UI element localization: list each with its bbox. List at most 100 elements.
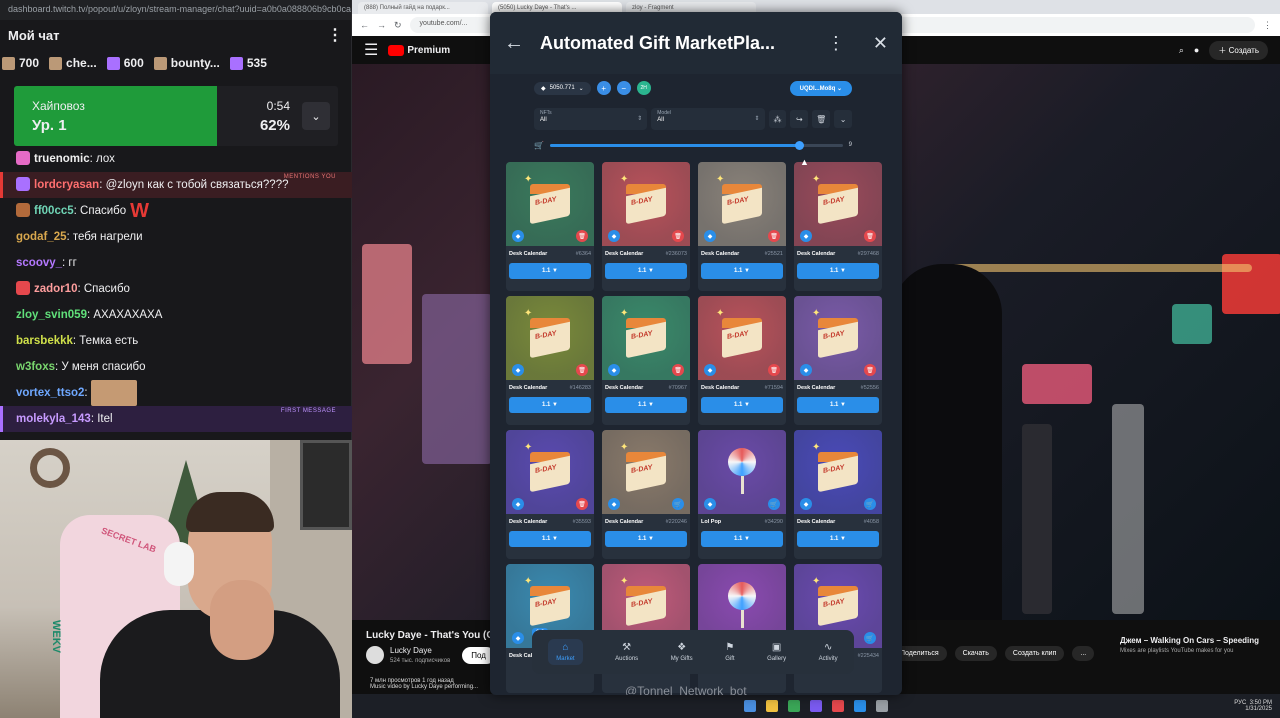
chat-username[interactable]: w3foxs	[16, 361, 55, 373]
trash-icon[interactable]: 🗑	[672, 230, 684, 242]
chat-username[interactable]: scoovy_	[16, 257, 62, 269]
gift-image[interactable]: ✦ B-DAY ◆ 🗑	[506, 430, 594, 514]
buy-button[interactable]: 1.1 ▼	[701, 531, 783, 547]
add-funds-icon[interactable]: +	[596, 81, 611, 95]
chat-message[interactable]: zador10: Спасибо	[0, 276, 352, 302]
gift-image[interactable]: ✦ B-DAY ◆ 🗑	[794, 296, 882, 380]
chevron-down-icon[interactable]: ⌄	[302, 102, 330, 130]
chat-message[interactable]: FIRST MESSAGE molekyla_143: Itel	[0, 406, 352, 432]
chat-message[interactable]: MENTIONS YOU lordcryasan: @zloyn как с то…	[0, 172, 352, 198]
trash-icon[interactable]: 🗑	[812, 110, 831, 128]
gift-icon[interactable]: ◆	[512, 364, 524, 376]
gifter[interactable]: che...	[49, 56, 97, 70]
chat-username[interactable]: zador10	[34, 283, 77, 295]
gift-card[interactable]: ✦ B-DAY ◆ 🗑 Desk Calendar #35593 1.1 ▼	[506, 430, 594, 559]
extensions-icon[interactable]: ⋮	[1263, 20, 1272, 31]
chrome-icon[interactable]	[788, 700, 800, 712]
ton-balance[interactable]: ◆ 5050.771 ⌄	[534, 81, 591, 95]
forward-icon[interactable]: →	[377, 20, 386, 30]
withdraw-icon[interactable]: −	[616, 81, 631, 95]
wallet-button[interactable]: UQDI...Mo8q ⌄	[789, 80, 852, 96]
gift-icon[interactable]: ◆	[512, 498, 524, 510]
mic-icon[interactable]: ●	[1194, 45, 1199, 55]
model-filter[interactable]: Model All ⇕	[651, 108, 765, 130]
channel-name[interactable]: Lucky Daye	[390, 646, 432, 655]
nav-item-gift[interactable]: ⚑ Gift	[725, 642, 734, 662]
gift-card[interactable]: ✦ B-DAY ◆ 🗑 Desk Calendar #70967 1.1 ▼	[602, 296, 690, 425]
chat-message[interactable]: truenomic: лох	[0, 146, 352, 172]
cart-icon[interactable]: 🛒	[672, 498, 684, 510]
chat-message[interactable]: vortex_ttso2:	[0, 380, 352, 406]
trash-icon[interactable]: 🗑	[864, 230, 876, 242]
gift-icon[interactable]: ◆	[512, 230, 524, 242]
search-icon[interactable]: ⌕	[1179, 45, 1184, 56]
clip-button[interactable]: Создать клип	[1004, 646, 1065, 661]
trash-icon[interactable]: 🗑	[864, 364, 876, 376]
more-button[interactable]: ...	[1072, 646, 1095, 661]
steam-icon[interactable]	[876, 700, 888, 712]
nav-item-gallery[interactable]: ▣ Gallery	[767, 642, 786, 662]
up-next-item[interactable]: Джем – Walking On Cars – Speeding Mixes …	[1120, 636, 1280, 654]
kebab-menu-icon[interactable]: ⋮	[827, 33, 845, 54]
cart-icon[interactable]: 🛒	[864, 498, 876, 510]
gifter[interactable]: 600	[106, 56, 144, 70]
back-arrow-icon[interactable]: ←	[504, 32, 524, 55]
chat-message[interactable]: ff00cc5: Спасибо W	[0, 198, 352, 224]
cart-icon[interactable]: 🛒	[768, 498, 780, 510]
gift-icon[interactable]: ◆	[800, 230, 812, 242]
discord-icon[interactable]	[810, 700, 822, 712]
gift-icon[interactable]: ◆	[704, 230, 716, 242]
browser-tab[interactable]: (888) Полный гайд на подарк...	[358, 2, 488, 14]
trash-icon[interactable]: 🗑	[576, 230, 588, 242]
buy-button[interactable]: 1.1 ▼	[797, 397, 879, 413]
start-icon[interactable]	[744, 700, 756, 712]
gift-card[interactable]: ✦ B-DAY ◆ 🗑 Desk Calendar #52556 1.1 ▼	[794, 296, 882, 425]
share-icon[interactable]: ↪	[790, 110, 809, 128]
buy-button[interactable]: 1.1 ▼	[701, 263, 783, 279]
gifter[interactable]: bounty...	[153, 56, 220, 70]
buy-button[interactable]: 1.1 ▼	[509, 263, 591, 279]
trash-icon[interactable]: 🗑	[576, 364, 588, 376]
gift-image[interactable]: ✦B-DAY ◆ 🛒	[794, 430, 882, 514]
chat-username[interactable]: vortex_ttso2	[16, 387, 84, 399]
buy-button[interactable]: 1.1 ▼	[605, 397, 687, 413]
gift-image[interactable]: ✦ B-DAY ◆ 🗑	[506, 296, 594, 380]
buy-button[interactable]: 1.1 ▼	[797, 263, 879, 279]
gift-icon[interactable]: ◆	[704, 498, 716, 510]
chat-username[interactable]: truenomic	[34, 153, 90, 165]
trash-icon[interactable]: 🗑	[672, 364, 684, 376]
nav-item-auctions[interactable]: ⚒ Auctions	[615, 642, 638, 662]
prediction-banner[interactable]: Хайповоз Ур. 1 0:54 62% ⌄	[14, 86, 338, 146]
download-button[interactable]: Скачать	[954, 646, 997, 661]
chat-message[interactable]: scoovy_: гг	[0, 250, 352, 276]
nav-item-market[interactable]: ⌂ Market	[548, 639, 583, 665]
gift-image[interactable]: ✦ B-DAY ◆ 🗑	[602, 296, 690, 380]
obs-icon[interactable]	[832, 700, 844, 712]
cart-icon[interactable]: 🛒	[864, 632, 876, 644]
gift-image[interactable]: ✦ B-DAY ◆ 🗑	[602, 162, 690, 246]
back-icon[interactable]: ←	[360, 20, 369, 30]
chevron-down-icon[interactable]: ⌄	[834, 110, 853, 128]
telegram-icon[interactable]	[854, 700, 866, 712]
gift-image[interactable]: ✦B-DAY ◆ 🛒	[602, 430, 690, 514]
nfts-filter[interactable]: NFTs All ⇕	[534, 108, 648, 130]
buy-button[interactable]: 1.1 ▼	[509, 397, 591, 413]
gift-image[interactable]: ◆ 🛒	[698, 430, 786, 514]
badge-2h[interactable]: 2H	[636, 81, 651, 95]
nav-item-activity[interactable]: ∿ Activity	[819, 642, 838, 662]
close-icon[interactable]: ✕	[873, 33, 888, 54]
gift-image[interactable]: ✦ B-DAY ◆ 🗑	[698, 296, 786, 380]
chat-message[interactable]: godaf_25: тебя нагрели	[0, 224, 352, 250]
group-icon[interactable]: ⁂	[768, 110, 787, 128]
explorer-icon[interactable]	[766, 700, 778, 712]
gift-card[interactable]: ✦ B-DAY ◆ 🗑 Desk Calendar #71594 1.1 ▼	[698, 296, 786, 425]
chat-message[interactable]: w3foxs: У меня спасибо	[0, 354, 352, 380]
gift-card[interactable]: ✦ B-DAY ◆ 🛒 Desk Calendar #220246 1.1 ▼	[602, 430, 690, 559]
chat-username[interactable]: godaf_25	[16, 231, 67, 243]
trash-icon[interactable]: 🗑	[576, 498, 588, 510]
buy-button[interactable]: 1.1 ▼	[605, 263, 687, 279]
youtube-logo[interactable]: Premium	[388, 44, 450, 56]
gift-icon[interactable]: ◆	[800, 364, 812, 376]
gift-card[interactable]: ◆ 🛒 Lol Pop #34290 1.1 ▼	[698, 430, 786, 559]
create-button[interactable]: ＋ Создать	[1209, 40, 1268, 60]
